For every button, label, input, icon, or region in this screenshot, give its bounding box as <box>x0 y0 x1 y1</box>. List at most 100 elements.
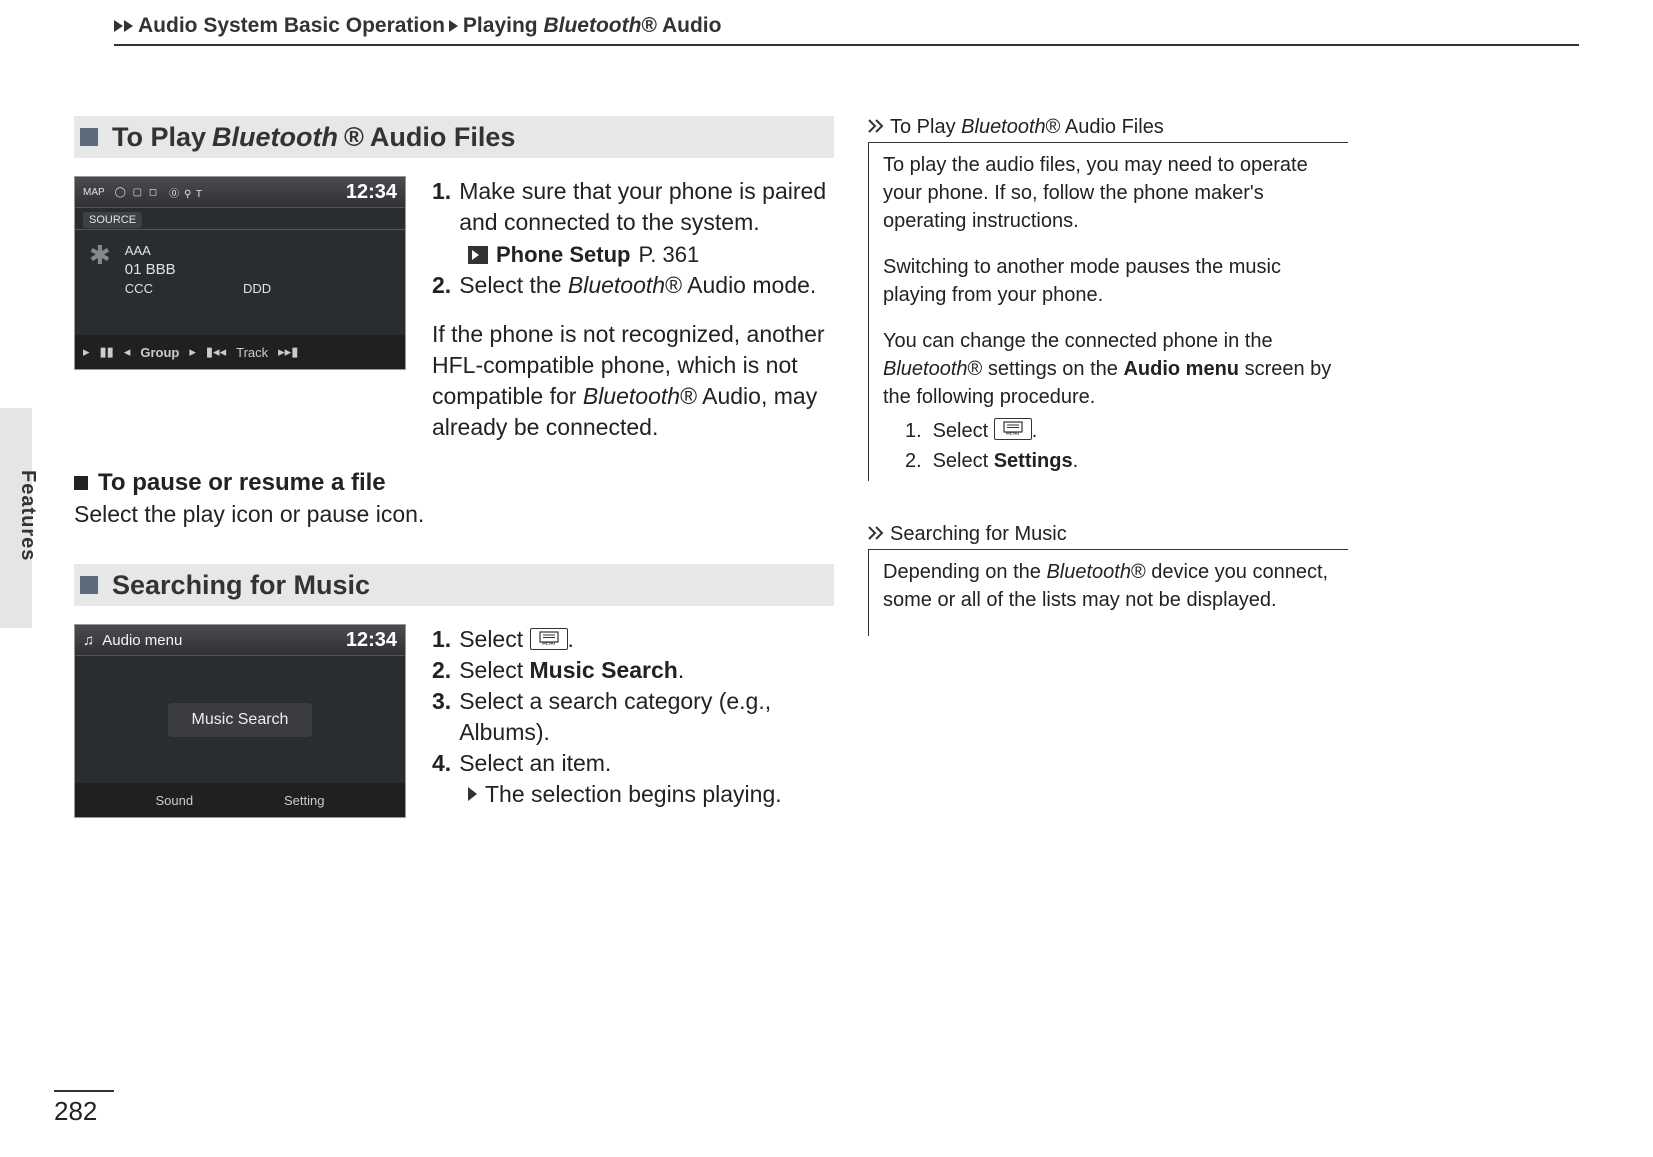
setting-button: Setting <box>284 793 324 808</box>
breadcrumb-part-1: Audio System Basic Operation <box>138 14 445 38</box>
shot1-line3-right: DDD <box>243 281 271 296</box>
h1-part1: To Play <box>112 122 206 153</box>
sb1-li2-b: Settings <box>994 450 1073 472</box>
s1-text: Make sure that your phone is paired and … <box>459 176 834 238</box>
play-icon: ▸ <box>83 344 90 360</box>
svg-text:MENU: MENU <box>542 641 555 646</box>
h2-title: Searching for Music <box>112 570 370 601</box>
s2-bt: Bluetooth <box>568 272 665 298</box>
sb1-p3-mid: settings on the <box>982 358 1123 380</box>
sb1-p3-pre: You can change the connected phone in th… <box>883 330 1273 352</box>
shot1-line2: 01 BBB <box>125 261 271 278</box>
steps-section2: 1. Select MENU . <box>432 624 834 810</box>
xref-phone-setup[interactable]: Phone Setup P. 361 <box>432 240 834 270</box>
s2-2-num: 2. <box>432 655 451 686</box>
shot1-line3-left: CCC <box>125 281 153 296</box>
sb1-li1-a: Select <box>933 420 994 442</box>
sb1-p1: To play the audio files, you may need to… <box>883 151 1348 235</box>
side-tab-label: Features <box>16 470 39 561</box>
shot1-group: Group <box>140 345 179 360</box>
breadcrumb-reg: ® <box>641 14 656 37</box>
shot2-clock: 12:34 <box>346 629 397 652</box>
breadcrumb-part-2: Playing <box>463 14 544 37</box>
breadcrumb-bt: Bluetooth <box>543 14 641 37</box>
s1-num: 1. <box>432 176 451 238</box>
sb2-title: Searching for Music <box>890 523 1067 546</box>
note-bt: Bluetooth <box>583 383 680 409</box>
sb1-p3-reg: ® <box>968 358 983 380</box>
h1-part2: Audio Files <box>370 122 516 153</box>
sb1-t2: Audio Files <box>1060 116 1163 138</box>
heading-play-bt-audio: To Play Bluetooth® Audio Files <box>74 116 834 158</box>
steps-section1: 1. Make sure that your phone is paired a… <box>432 176 834 443</box>
xref-icon <box>468 246 488 264</box>
svg-text:MENU: MENU <box>1006 431 1019 436</box>
next-track-icon: ▸▸▮ <box>278 344 298 360</box>
menu-button-icon: MENU <box>530 628 568 650</box>
xref-label: Phone Setup <box>496 240 630 270</box>
s2-3-a: Select a search category (e.g., Albums). <box>459 686 834 748</box>
shot1-icons-right: ⓪ ⚲ T <box>169 185 203 200</box>
menu-button-icon: MENU <box>994 418 1032 440</box>
shot1-track: Track <box>236 345 268 360</box>
square-bullet-icon <box>80 128 98 146</box>
sb2-p1-pre: Depending on the <box>883 561 1046 583</box>
sb1-li2-a: Select <box>933 450 994 472</box>
s2-reg: ® <box>665 272 682 298</box>
s2-2-c: . <box>678 657 684 683</box>
sb2-p1-bt: Bluetooth <box>1046 561 1131 583</box>
s2-post: Audio mode. <box>682 272 816 298</box>
prev-track-icon: ▮◂◂ <box>206 344 226 360</box>
sb1-li1-end: . <box>1032 420 1038 442</box>
prev-group-icon: ◂ <box>124 344 131 360</box>
music-search-button: Music Search <box>168 703 313 737</box>
sb1-p3-bold: Audio menu <box>1123 358 1239 380</box>
music-note-icon: ♫ <box>83 632 94 649</box>
s2-4-sub: The selection begins playing. <box>485 781 782 807</box>
double-chevron-icon <box>868 526 886 544</box>
shot1-icons-mid: ◯ ▢ ◻ <box>115 187 160 198</box>
s2-1-b: . <box>568 626 574 652</box>
sound-button: Sound <box>155 793 193 808</box>
s2-4-num: 4. <box>432 748 451 779</box>
heading-searching-music: Searching for Music <box>74 564 834 606</box>
note-reg: ® <box>680 383 697 409</box>
h1-reg: ® <box>344 122 364 153</box>
next-group-icon: ▸ <box>189 344 196 360</box>
shot1-clock: 12:34 <box>346 181 397 204</box>
sb1-t1: To Play <box>890 116 961 138</box>
bluetooth-icon: ✱ <box>89 240 111 271</box>
xref-page: P. 361 <box>638 240 699 270</box>
breadcrumb-part-3: Audio <box>657 14 722 37</box>
square-bullet-small-icon <box>74 476 88 490</box>
h1-bt: Bluetooth <box>212 122 338 153</box>
side-tab-features: Features <box>0 408 32 628</box>
s2-4-a: Select an item. <box>459 748 611 779</box>
screenshot-bt-audio: MAP ◯ ▢ ◻ ⓪ ⚲ T 12:34 SOURCE ✱ AA <box>74 176 406 370</box>
page-number: 282 <box>54 1090 114 1127</box>
s2-1-a: Select <box>459 626 529 652</box>
double-chevron-icon <box>868 119 886 137</box>
shot1-line1: AAA <box>125 243 271 258</box>
sub-text: Select the play icon or pause icon. <box>74 501 834 528</box>
s2-num: 2. <box>432 270 451 301</box>
sub-title: To pause or resume a file <box>98 469 386 497</box>
sb2-p1-reg: ® <box>1131 561 1146 583</box>
subheading-pause-resume: To pause or resume a file <box>74 469 834 497</box>
s2-pre: Select the <box>459 272 568 298</box>
shot2-title: Audio menu <box>102 632 182 649</box>
sidebar-note-searching: Searching for Music Depending on the Blu… <box>868 523 1348 636</box>
sb1-p2: Switching to another mode pauses the mus… <box>883 253 1348 309</box>
s2-3-num: 3. <box>432 686 451 748</box>
s2-2-b: Music Search <box>530 657 678 683</box>
sb1-li2-end: . <box>1073 450 1079 472</box>
shot1-map: MAP <box>83 187 105 198</box>
shot1-source-btn: SOURCE <box>83 212 142 228</box>
sidebar-note-play-bt: To Play Bluetooth® Audio Files To play t… <box>868 116 1348 481</box>
sb1-p3-bt: Bluetooth <box>883 358 968 380</box>
pause-icon: ▮▮ <box>100 344 114 360</box>
triangle-right-icon <box>449 20 459 32</box>
sb1-bt: Bluetooth <box>961 116 1046 138</box>
breadcrumb: Audio System Basic Operation Playing Blu… <box>114 14 1579 46</box>
s2-1-num: 1. <box>432 624 451 655</box>
